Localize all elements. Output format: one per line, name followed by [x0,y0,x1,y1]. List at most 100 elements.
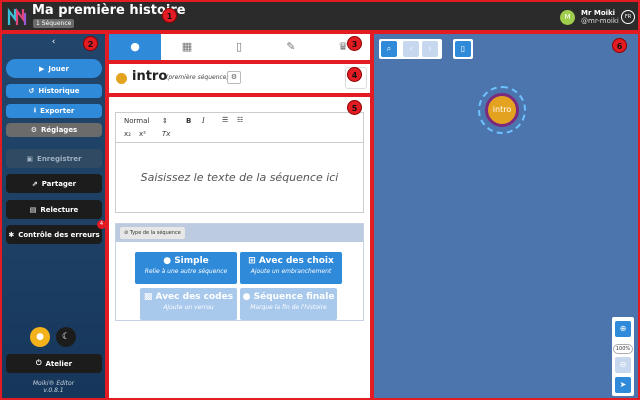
tab-style[interactable]: ✎ [265,34,317,60]
sequence-settings-icon[interactable]: ⚙ [227,71,241,84]
sequence-type-header: ⊘ Type de la séquence [116,224,363,242]
language-button[interactable]: FR [621,10,635,24]
workshop-button[interactable]: ⏻ Atelier [6,354,102,373]
sequence-name[interactable]: intro [132,69,167,84]
superscript-button[interactable]: x² [139,130,146,138]
sequence-count-badge: 1 Séquence [33,19,75,28]
panel-tabs: ● ▦ ▯ ✎ ♛ [107,32,372,62]
share-button[interactable]: ⇗ Partager [6,174,102,193]
error-count-badge: 4 [97,220,106,229]
chevron-left-icon[interactable]: ‹ [403,41,419,57]
type-simple-title: Simple [174,256,209,266]
sequence-type-label-text: Type de la séquence [129,230,181,236]
file-icon: ▯ [235,40,243,53]
app-root: Ma première histoire 1 Séquence M Mr Moi… [0,0,640,400]
canvas-device-controls: ▯ [453,39,473,59]
user-handle: @mr-moiki [581,17,619,25]
dark-theme-icon[interactable]: ☾ [56,327,76,347]
bug-icon: ✱ [8,230,15,239]
download-icon: ⭳ [33,105,37,114]
type-choices-button[interactable]: ⊞ Avec des choix Ajoute un embranchement [240,252,342,284]
type-choices-title: Avec des choix [258,256,334,266]
play-icon: ▶ [39,64,45,73]
export-label: Exporter [40,107,75,115]
proofread-button[interactable]: ▤ Relecture [6,200,102,219]
type-choices-subtitle: Ajoute un embranchement [250,268,332,275]
map-pin-icon: ● [130,40,140,53]
power-icon: ⏻ [35,359,42,367]
user-name[interactable]: Mr Moiki [581,9,615,17]
user-avatar[interactable]: M [560,10,575,25]
sequence-subtitle: (première séquence) [166,74,229,81]
pointer-icon[interactable]: ➤ [615,377,631,393]
story-graph-canvas[interactable]: ⌕ ‹ › ▯ intro ⊕ 100% ⊖ ➤ [372,32,640,400]
mobile-preview-icon[interactable]: ▯ [455,41,471,57]
annotation-marker-6: 6 [612,38,627,53]
zoom-level[interactable]: 100% [613,344,633,354]
app-version: Moiki® Editor v.0.8.1 [2,380,105,394]
bold-button[interactable]: B [186,117,191,125]
annotation-marker-4: 4 [347,67,362,82]
gear-icon: ⚙ [30,126,38,134]
tab-achievements[interactable]: ♛ [317,34,369,60]
sequence-color-dot [116,73,127,84]
type-simple-subtitle: Relie à une autre séquence [144,268,228,275]
clear-format-button[interactable]: Tx [162,130,170,138]
annotation-marker-5: 5 [347,100,362,115]
share-label: Partager [41,179,77,188]
history-button[interactable]: ↺ Historique [6,84,102,98]
annotation-marker-3: 3 [347,36,362,51]
italic-button[interactable]: I [202,117,205,125]
save-button[interactable]: ▣ Enregistrer [6,149,102,168]
type-simple-button[interactable]: ● Simple Relie à une autre séquence [135,252,237,284]
proofread-label: Relecture [40,205,79,214]
history-icon: ↺ [28,87,35,95]
zoom-out-icon[interactable]: ⊖ [615,357,631,373]
canvas-nav-controls: ⌕ ‹ › [379,39,442,59]
footer-version: v.0.8.1 [43,387,64,394]
settings-button[interactable]: ⚙ Réglages [6,123,102,137]
zoom-controls: ⊕ 100% ⊖ ➤ [612,317,634,396]
save-label: Enregistrer [37,154,82,163]
type-codes-subtitle: Ajoute un verrou [163,304,214,311]
sequence-content: Normal ⇕ B I ☰ ☷ x₂ x² Tx Saisissez le t… [107,95,372,400]
sequence-type-label: ⊘ Type de la séquence [120,227,185,239]
tab-document[interactable]: ▯ [213,34,265,60]
play-label: Jouer [48,64,69,73]
sequence-node-intro[interactable]: intro [485,93,519,127]
bullet-list-icon[interactable]: ☷ [237,116,243,124]
sequence-type-panel: ⊘ Type de la séquence ● Simple Relie à u… [115,223,364,321]
editor-text-area[interactable]: Saisissez le texte de la séquence ici [116,143,363,212]
export-button[interactable]: ⭳ Exporter [6,104,102,118]
error-check-button[interactable]: ✱ Contrôle des erreurs [6,225,102,244]
lock-icon: ▩ [143,292,153,302]
search-icon[interactable]: ⌕ [381,41,397,57]
type-codes-title: Avec des codes [155,292,234,302]
tab-sequence[interactable]: ● [109,34,161,60]
annotation-marker-2: 2 [83,36,98,51]
workshop-label: Atelier [45,359,73,368]
zoom-in-icon[interactable]: ⊕ [615,321,631,337]
tab-variables[interactable]: ▦ [161,34,213,60]
ordered-list-icon[interactable]: ☰ [222,116,228,124]
floppy-icon: ▣ [26,154,34,163]
paperclip-icon: ⊘ [124,230,129,236]
error-check-label: Contrôle des erreurs [18,230,100,239]
type-codes-button[interactable]: ▩ Avec des codes Ajoute un verrou [140,288,237,320]
type-final-button[interactable]: ● Séquence finale Marque la fin de l'his… [240,288,337,320]
select-arrows-icon[interactable]: ⇕ [162,117,168,125]
brush-icon: ✎ [286,40,296,53]
share-icon: ⇗ [31,179,38,188]
play-button[interactable]: ▶ Jouer [6,59,102,78]
book-icon: ▤ [29,205,37,214]
settings-label: Réglages [41,126,78,134]
sitemap-icon: ⊞ [248,256,256,266]
chevron-right-icon[interactable]: › [422,41,438,57]
format-select[interactable]: Normal [124,117,149,125]
sidebar: ‹ ▶ Jouer ↺ Historique ⭳ Exporter ⚙ Réglages… [0,32,107,400]
subscript-button[interactable]: x₂ [124,130,131,138]
history-label: Historique [38,87,80,95]
moiki-logo-icon[interactable] [7,7,29,27]
light-theme-icon[interactable]: ● [30,327,50,347]
footer-name: Moiki® Editor [32,380,75,387]
